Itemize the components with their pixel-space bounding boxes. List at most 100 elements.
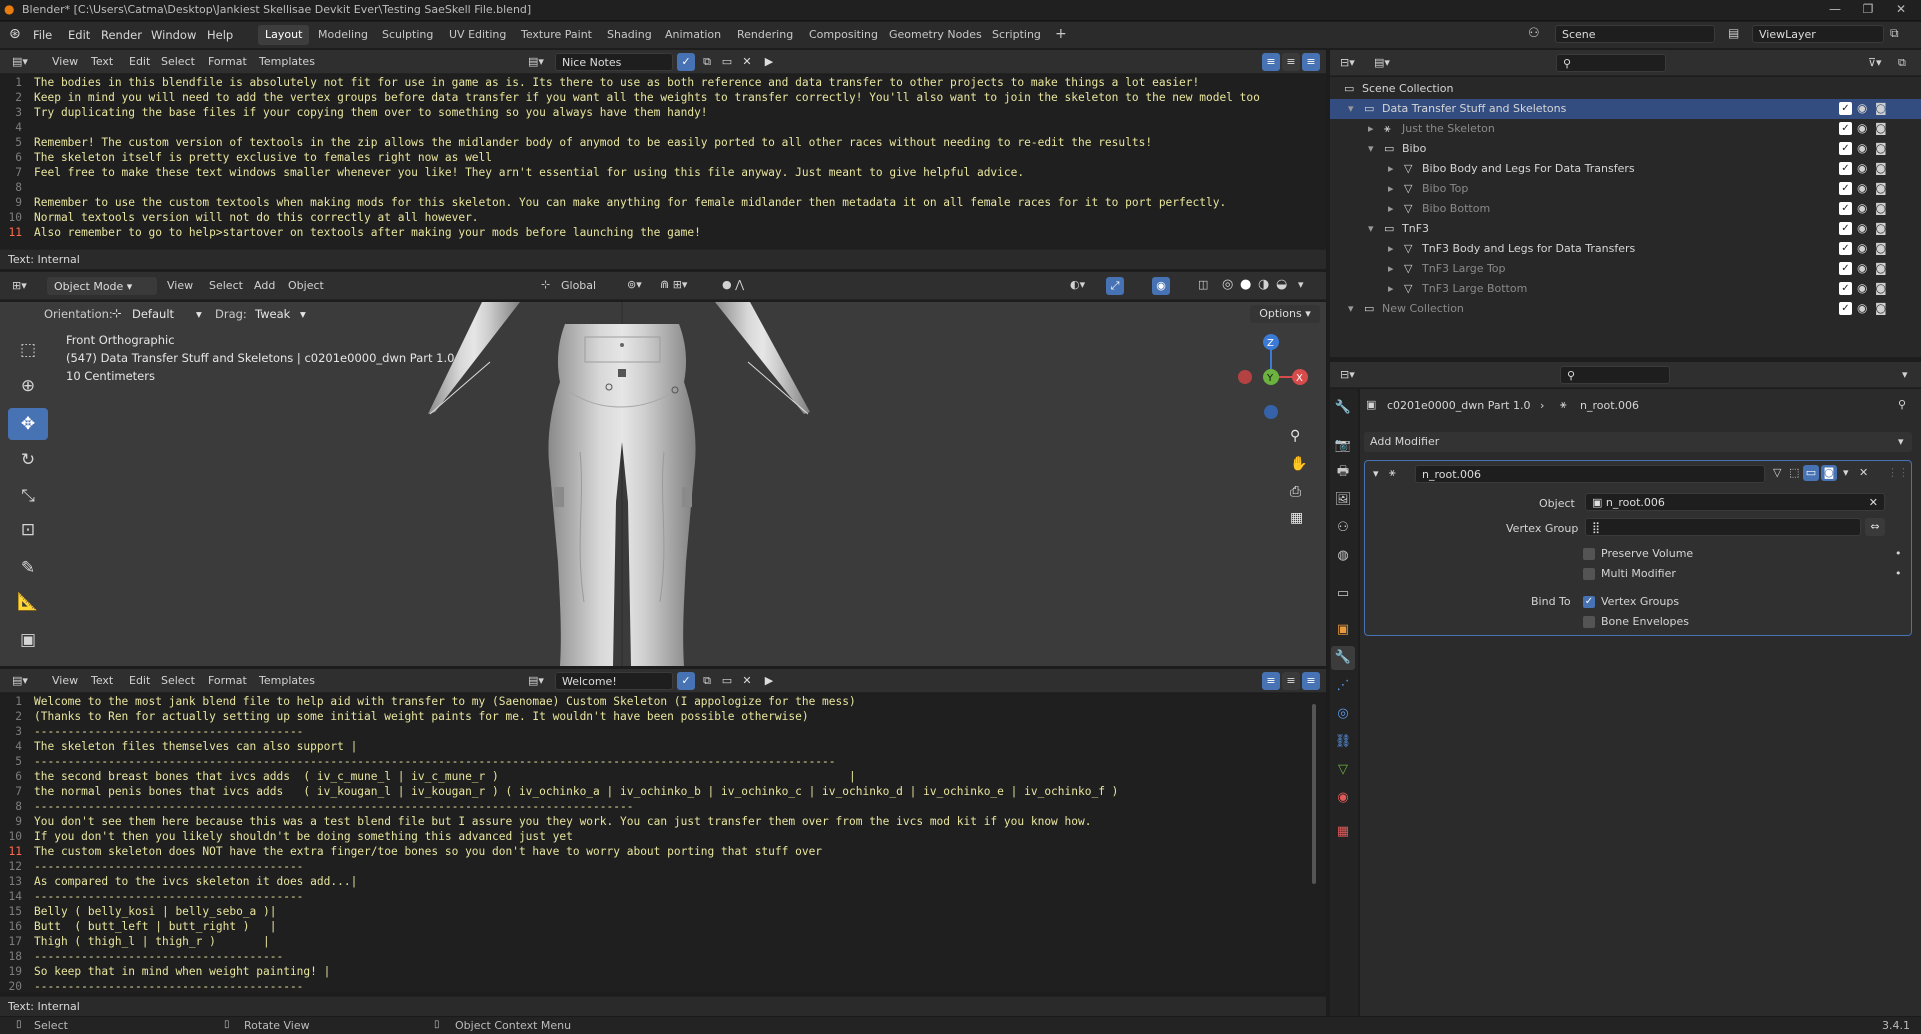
outliner-row[interactable]: ▾ ▭ Bibo ✓ ◉ ◙ (1330, 139, 1921, 159)
expand-chevron-icon[interactable]: ▸ (1388, 162, 1394, 175)
expand-chevron-icon[interactable]: ▸ (1368, 122, 1374, 135)
bottom-unlink-text-icon[interactable]: ✕ (738, 672, 756, 690)
editor-type-icon[interactable]: ▤▾ (12, 55, 28, 68)
eye-icon[interactable]: ◉ (1857, 221, 1867, 235)
render-camera-icon[interactable]: ◙ (1875, 141, 1887, 155)
bottom-text-menu-edit[interactable]: Edit (129, 674, 150, 687)
outliner-row[interactable]: ▾ ▭ New Collection ✓ ◉ ◙ (1330, 299, 1921, 319)
invert-vertex-group-button[interactable]: ⇔ (1865, 518, 1885, 536)
expand-chevron-icon[interactable]: ▾ (1348, 302, 1354, 315)
exclude-checkbox[interactable]: ✓ (1839, 242, 1852, 255)
bone-envelopes-checkbox[interactable] (1583, 616, 1595, 628)
outliner-search-input[interactable]: ⚲ (1556, 54, 1666, 72)
viewport-display-toggle[interactable]: ▭ (1803, 465, 1819, 481)
viewport-menu-add[interactable]: Add (254, 279, 275, 292)
scale-tool[interactable]: ⤡ (8, 480, 48, 512)
tab-sculpting[interactable]: Sculpting (375, 25, 440, 45)
text-line[interactable]: 15 Belly ( belly_kosi | belly_sebo_a )| (0, 905, 1300, 920)
orientation-dropdown[interactable]: Default (132, 307, 174, 321)
text-line[interactable]: 3 Try duplicating the base files if your … (0, 106, 1300, 121)
tab-texture-paint[interactable]: Texture Paint (514, 25, 599, 45)
outliner-row[interactable]: ▸ ▽ Bibo Body and Legs For Data Transfers ✓… (1330, 159, 1921, 179)
exclude-checkbox[interactable]: ✓ (1839, 222, 1852, 235)
viewport-menu-view[interactable]: View (167, 279, 193, 292)
eye-icon[interactable]: ◉ (1857, 141, 1867, 155)
text-line[interactable]: 16 Butt ( butt_left | butt_right ) | (0, 920, 1300, 935)
text-line[interactable]: 6 the second breast bones that ivcs adds … (0, 770, 1300, 785)
tab-layout[interactable]: Layout (258, 25, 310, 45)
camera-view-icon[interactable]: ⎙ (1290, 484, 1301, 500)
new-collection-icon[interactable]: ⧉ (1898, 56, 1906, 70)
bottom-text-menu-view[interactable]: View (52, 674, 78, 687)
select-box-tool[interactable]: ⬚ (8, 334, 48, 366)
3d-viewport[interactable]: Orientation: ⊹ Default ▾ Drag: Tweak ▾ O… (0, 302, 1326, 666)
text-line[interactable]: 3 ---------------------------------------… (0, 725, 1300, 740)
transform-orientation[interactable]: Global (561, 279, 596, 292)
multi-modifier-checkbox[interactable] (1583, 568, 1595, 580)
text-line[interactable]: 9 You don't see them here because this wa… (0, 815, 1300, 830)
text-line[interactable]: 8 ---------------------------------------… (0, 800, 1300, 815)
outliner-row[interactable]: ▸ ▽ TnF3 Large Bottom ✓ ◉ ◙ (1330, 279, 1921, 299)
outliner-display-mode-icon[interactable]: ▤▾ (1374, 56, 1390, 69)
text-line[interactable]: 4 The skeleton files themselves can also … (0, 740, 1300, 755)
collection-tab-icon[interactable]: ▭ (1331, 582, 1355, 606)
menu-file[interactable]: File (33, 28, 52, 42)
expand-chevron-icon[interactable]: ▾ (1368, 142, 1374, 155)
outliner-row[interactable]: ▸ ⚹ Just the Skeleton ✓ ◉ ◙ (1330, 119, 1921, 139)
expand-chevron-icon[interactable]: ▸ (1388, 182, 1394, 195)
annotate-tool[interactable]: ✎ (8, 552, 48, 584)
text-line[interactable]: 10 If you don't then you likely shouldn't… (0, 830, 1300, 845)
tool-tab-icon[interactable]: 🔧 (1331, 396, 1355, 420)
add-modifier-dropdown[interactable]: Add Modifier ▾ (1364, 432, 1912, 452)
physics-tab-icon[interactable]: ◎ (1331, 702, 1355, 726)
multi-modifier-keyframe-icon[interactable]: • (1895, 567, 1902, 580)
pivot-icon[interactable]: ⊚▾ (627, 278, 642, 291)
render-camera-icon[interactable]: ◙ (1875, 241, 1887, 255)
eye-icon[interactable]: ◉ (1857, 241, 1867, 255)
text-line[interactable]: 5 ---------------------------------------… (0, 755, 1300, 770)
render-camera-icon[interactable]: ◙ (1875, 161, 1887, 175)
object-field[interactable]: ▣ n_root.006 ✕ (1585, 493, 1885, 511)
properties-search-input[interactable]: ⚲ (1560, 366, 1670, 384)
expand-chevron-icon[interactable]: ▸ (1388, 202, 1394, 215)
move-tool[interactable]: ✥ (8, 408, 48, 440)
eye-icon[interactable]: ◉ (1857, 201, 1867, 215)
text-line[interactable]: 14 --------------------------------------… (0, 890, 1300, 905)
render-toggle[interactable]: ◙ (1821, 465, 1837, 481)
text-line[interactable]: 1 Welcome to the most jank blend file to … (0, 695, 1300, 710)
menu-render[interactable]: Render (101, 28, 142, 42)
drag-chevron-icon[interactable]: ▾ (300, 307, 306, 321)
tab-compositing[interactable]: Compositing (802, 25, 885, 45)
tab-modeling[interactable]: Modeling (311, 25, 375, 45)
run-script-icon[interactable]: ▶ (760, 53, 778, 71)
body-model[interactable] (370, 302, 870, 666)
bottom-open-folder-icon[interactable]: ▭ (718, 672, 736, 690)
eye-icon[interactable]: ◉ (1857, 281, 1867, 295)
eye-icon[interactable]: ◉ (1857, 181, 1867, 195)
exclude-checkbox[interactable]: ✓ (1839, 282, 1852, 295)
text-line[interactable]: 1 The bodies in this blendfile is absolut… (0, 76, 1300, 91)
text-line[interactable]: 11 The custom skeleton does NOT have the … (0, 845, 1300, 860)
view-layer-tab-icon[interactable]: 🖼 (1331, 488, 1355, 512)
shading-solid-icon[interactable]: ● (1240, 277, 1251, 292)
bottom-line-numbers-toggle[interactable]: ≡ (1262, 672, 1280, 690)
outliner-filter-icon[interactable]: ⊽▾ (1868, 56, 1882, 69)
eye-icon[interactable]: ◉ (1857, 301, 1867, 315)
render-camera-icon[interactable]: ◙ (1875, 101, 1887, 115)
text-datablock-name[interactable]: Nice Notes (555, 53, 673, 71)
fake-user-button[interactable]: ✓ (677, 53, 695, 71)
clear-object-icon[interactable]: ✕ (1869, 496, 1878, 509)
properties-editor-type-icon[interactable]: ⊟▾ (1340, 368, 1355, 381)
view-layer-icon[interactable]: ▤ (1728, 26, 1739, 40)
edit-mode-toggle-icon[interactable]: ▽ (1773, 466, 1781, 479)
unlink-text-icon[interactable]: ✕ (738, 53, 756, 71)
bottom-text-menu-templates[interactable]: Templates (259, 674, 315, 687)
text-line[interactable]: 4 (0, 121, 1300, 136)
shading-material-icon[interactable]: ◑ (1258, 277, 1269, 292)
outliner-row[interactable]: ▸ ▽ TnF3 Large Top ✓ ◉ ◙ (1330, 259, 1921, 279)
view-layer-selector[interactable]: ViewLayer (1752, 25, 1884, 43)
exclude-checkbox[interactable]: ✓ (1839, 182, 1852, 195)
cage-toggle-icon[interactable]: ⬚ (1789, 466, 1799, 479)
render-camera-icon[interactable]: ◙ (1875, 301, 1887, 315)
expand-chevron-icon[interactable]: ▸ (1388, 262, 1394, 275)
